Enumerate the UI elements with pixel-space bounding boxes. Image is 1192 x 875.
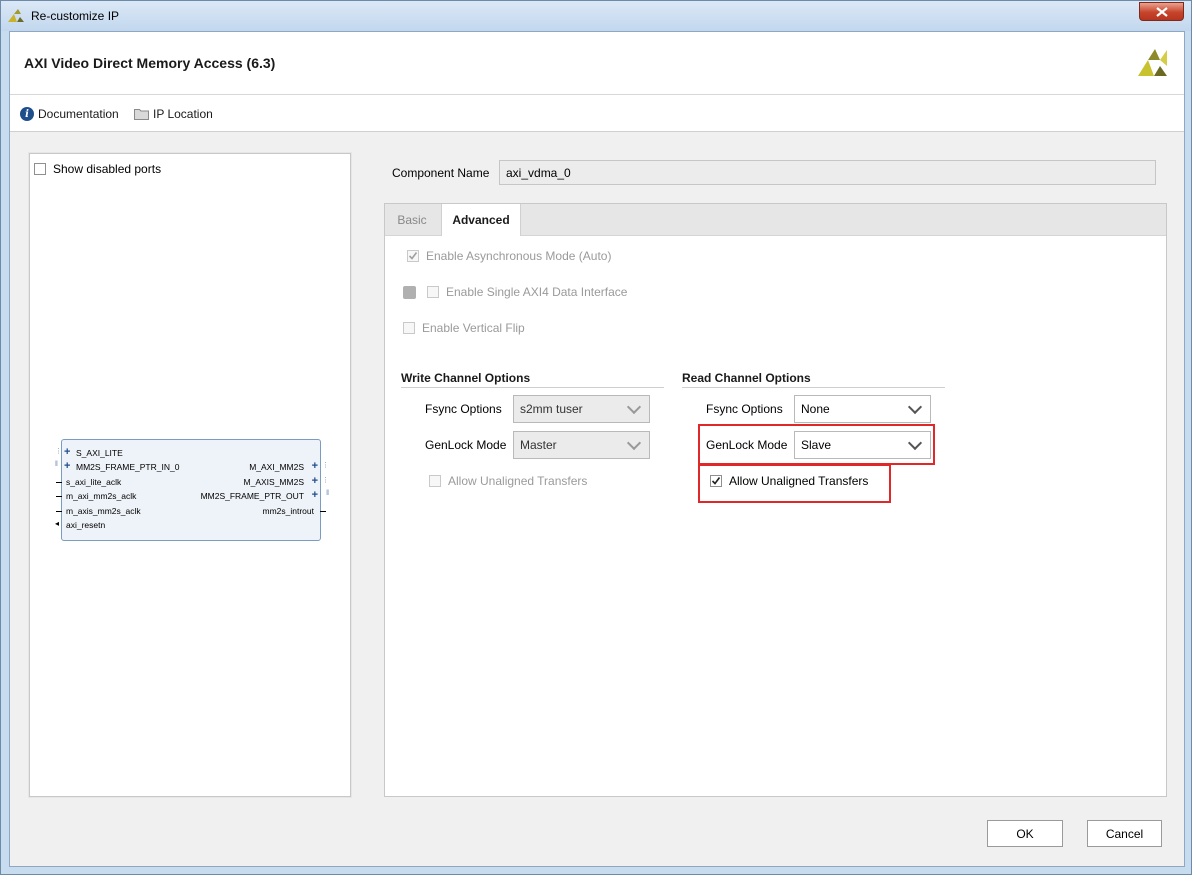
toolbar: i Documentation IP Location [10,95,1184,132]
ip-location-label: IP Location [153,107,213,121]
xilinx-logo-icon [8,9,24,22]
header: AXI Video Direct Memory Access (6.3) [10,32,1184,95]
vertical-flip-option: Enable Vertical Flip [403,321,525,335]
port-mm2s-frame-ptr-in: MM2S_FRAME_PTR_IN_0 [76,462,180,472]
info-square-icon [403,285,416,299]
close-icon [1155,6,1168,17]
component-name-label: Component Name [392,166,490,180]
bus-grip-icon: ⋮ [322,462,329,469]
folder-icon [134,109,149,120]
read-fsync-value: None [801,402,830,416]
port-s-axi-lite: S_AXI_LITE [76,448,123,458]
options-tab-panel: Basic Advanced Enable Asynchronous Mode … [384,203,1167,797]
write-unaligned-checkbox [429,475,441,487]
pin-line [56,482,62,483]
vertical-flip-label: Enable Vertical Flip [422,321,525,335]
bus-grip-icon: ‖ [326,490,329,497]
pin-line [56,511,62,512]
close-button[interactable] [1139,2,1184,21]
documentation-link[interactable]: i Documentation [20,107,119,121]
plus-icon: + [311,460,318,472]
pin-line [56,496,62,497]
tab-basic[interactable]: Basic [385,204,439,235]
dialog-body: AXI Video Direct Memory Access (6.3) i D… [9,31,1185,867]
chevron-down-icon [626,435,642,450]
port-mm2s-frame-ptr-out: MM2S_FRAME_PTR_OUT [200,491,304,501]
bus-grip-icon: ⋮ [55,448,62,455]
write-fsync-select[interactable]: s2mm tuser [513,395,650,423]
documentation-label: Documentation [38,107,119,121]
read-fsync-select[interactable]: None [794,395,931,423]
plus-icon: + [311,489,318,501]
port-s-axi-lite-aclk: s_axi_lite_aclk [66,477,122,487]
write-channel-title: Write Channel Options [401,371,664,388]
port-mm2s-introut: mm2s_introut [262,506,315,516]
plus-icon: + [64,460,71,472]
plus-icon: + [311,475,318,487]
write-genlock-select[interactable]: Master [513,431,650,459]
write-unaligned-label: Allow Unaligned Transfers [448,474,588,488]
pin-line [320,511,326,512]
checkmark-icon [408,252,418,260]
bus-grip-icon: ‖ [55,461,58,468]
port-m-axi-mm2s-aclk: m_axi_mm2s_aclk [66,491,137,501]
single-axi4-option: Enable Single AXI4 Data Interface [403,285,627,299]
chevron-down-icon [907,399,923,414]
ip-symbol-panel: Show disabled ports ⋮ + S_AXI_LITE ‖ + M… [29,153,351,797]
chevron-down-icon [626,399,642,414]
component-name-field[interactable]: axi_vdma_0 [499,160,1156,185]
info-icon: i [20,107,34,121]
tab-strip: Basic Advanced [385,204,1166,236]
write-fsync-label: Fsync Options [425,402,502,416]
plus-icon: + [64,446,71,458]
write-genlock-value: Master [520,438,557,452]
write-fsync-value: s2mm tuser [520,402,583,416]
async-mode-option: Enable Asynchronous Mode (Auto) [407,249,611,263]
vertical-flip-checkbox [403,322,415,334]
ip-title: AXI Video Direct Memory Access (6.3) [24,55,276,71]
genlock-highlight-box [698,424,935,465]
async-mode-checkbox [407,250,419,262]
show-disabled-ports-checkbox[interactable] [34,163,46,175]
port-m-axis-mm2s: M_AXIS_MM2S [243,477,304,487]
xilinx-logo-icon [1138,49,1167,76]
ip-block-symbol[interactable]: ⋮ + S_AXI_LITE ‖ + MM2S_FRAME_PTR_IN_0 s… [55,439,329,541]
single-axi4-label: Enable Single AXI4 Data Interface [446,285,628,299]
tab-advanced[interactable]: Advanced [441,204,521,236]
port-m-axi-mm2s: M_AXI_MM2S [249,462,304,472]
ip-location-link[interactable]: IP Location [134,107,213,121]
port-m-axis-mm2s-aclk: m_axis_mm2s_aclk [66,506,141,516]
single-axi4-checkbox [427,286,439,298]
write-genlock-label: GenLock Mode [425,438,507,452]
async-mode-label: Enable Asynchronous Mode (Auto) [426,249,612,263]
window-title: Re-customize IP [31,9,120,23]
show-disabled-ports-option[interactable]: Show disabled ports [34,162,161,176]
read-channel-title: Read Channel Options [682,371,945,388]
reset-pin-icon: ◂ [55,519,60,528]
title-bar[interactable]: Re-customize IP [1,1,1191,31]
port-axi-resetn: axi_resetn [66,520,106,530]
show-disabled-ports-label: Show disabled ports [53,162,162,176]
unaligned-highlight-box [698,464,891,503]
dialog-window: Re-customize IP AXI Video Direct Memory … [0,0,1192,875]
bus-grip-icon: ⋮ [322,477,329,484]
ok-button[interactable]: OK [987,820,1063,847]
write-unaligned-option: Allow Unaligned Transfers [429,474,587,488]
cancel-button[interactable]: Cancel [1087,820,1162,847]
read-fsync-label: Fsync Options [706,402,783,416]
